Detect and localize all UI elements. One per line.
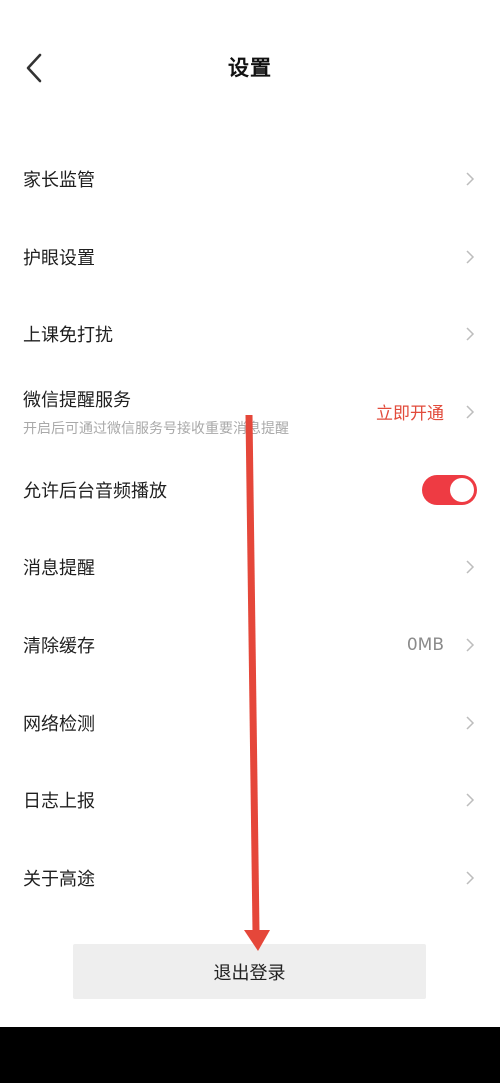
setting-about[interactable]: 关于高途 xyxy=(0,839,500,917)
chevron-right-icon xyxy=(466,250,475,264)
setting-label: 允许后台音频播放 xyxy=(23,480,167,502)
setting-parental-control[interactable]: 家长监管 xyxy=(0,140,500,218)
header: 设置 xyxy=(0,0,500,140)
setting-label: 家长监管 xyxy=(23,169,95,191)
setting-label: 日志上报 xyxy=(23,791,95,813)
cache-size: 0MB xyxy=(406,634,444,655)
setting-label: 微信提醒服务 xyxy=(23,389,131,411)
setting-label: 网络检测 xyxy=(23,713,95,735)
setting-network-check[interactable]: 网络检测 xyxy=(0,684,500,762)
settings-list: 家长监管 护眼设置 上课免打扰 微信提醒服务 开启后可通过微信服务号接收重要消息… xyxy=(0,140,500,917)
setting-label: 关于高途 xyxy=(23,869,95,891)
toggle-knob xyxy=(450,477,474,502)
setting-label: 护眼设置 xyxy=(23,247,95,269)
setting-clear-cache[interactable]: 清除缓存 0MB xyxy=(0,606,500,684)
chevron-right-icon xyxy=(466,560,475,574)
chevron-right-icon xyxy=(466,638,475,652)
chevron-right-icon xyxy=(466,327,475,341)
setting-eye-protection[interactable]: 护眼设置 xyxy=(0,218,500,296)
activate-now-link[interactable]: 立即开通 xyxy=(376,399,444,424)
setting-class-do-not-disturb[interactable]: 上课免打扰 xyxy=(0,295,500,373)
background-audio-toggle[interactable] xyxy=(422,474,477,505)
chevron-right-icon xyxy=(466,793,475,807)
chevron-right-icon xyxy=(466,871,475,885)
setting-label: 上课免打扰 xyxy=(23,325,113,347)
setting-message-reminder[interactable]: 消息提醒 xyxy=(0,528,500,606)
page-title: 设置 xyxy=(228,56,272,80)
logout-button[interactable]: 退出登录 xyxy=(73,944,426,999)
setting-label: 消息提醒 xyxy=(23,558,95,580)
setting-subtitle: 开启后可通过微信服务号接收重要消息提醒 xyxy=(23,420,289,437)
setting-background-audio: 允许后台音频播放 xyxy=(0,451,500,529)
setting-log-report[interactable]: 日志上报 xyxy=(0,762,500,840)
setting-label: 清除缓存 xyxy=(23,635,95,657)
setting-wechat-reminder[interactable]: 微信提醒服务 开启后可通过微信服务号接收重要消息提醒 立即开通 xyxy=(0,373,500,451)
chevron-right-icon xyxy=(466,405,475,419)
bottom-black-bar xyxy=(0,1027,500,1083)
chevron-right-icon xyxy=(466,172,475,186)
chevron-right-icon xyxy=(466,716,475,730)
